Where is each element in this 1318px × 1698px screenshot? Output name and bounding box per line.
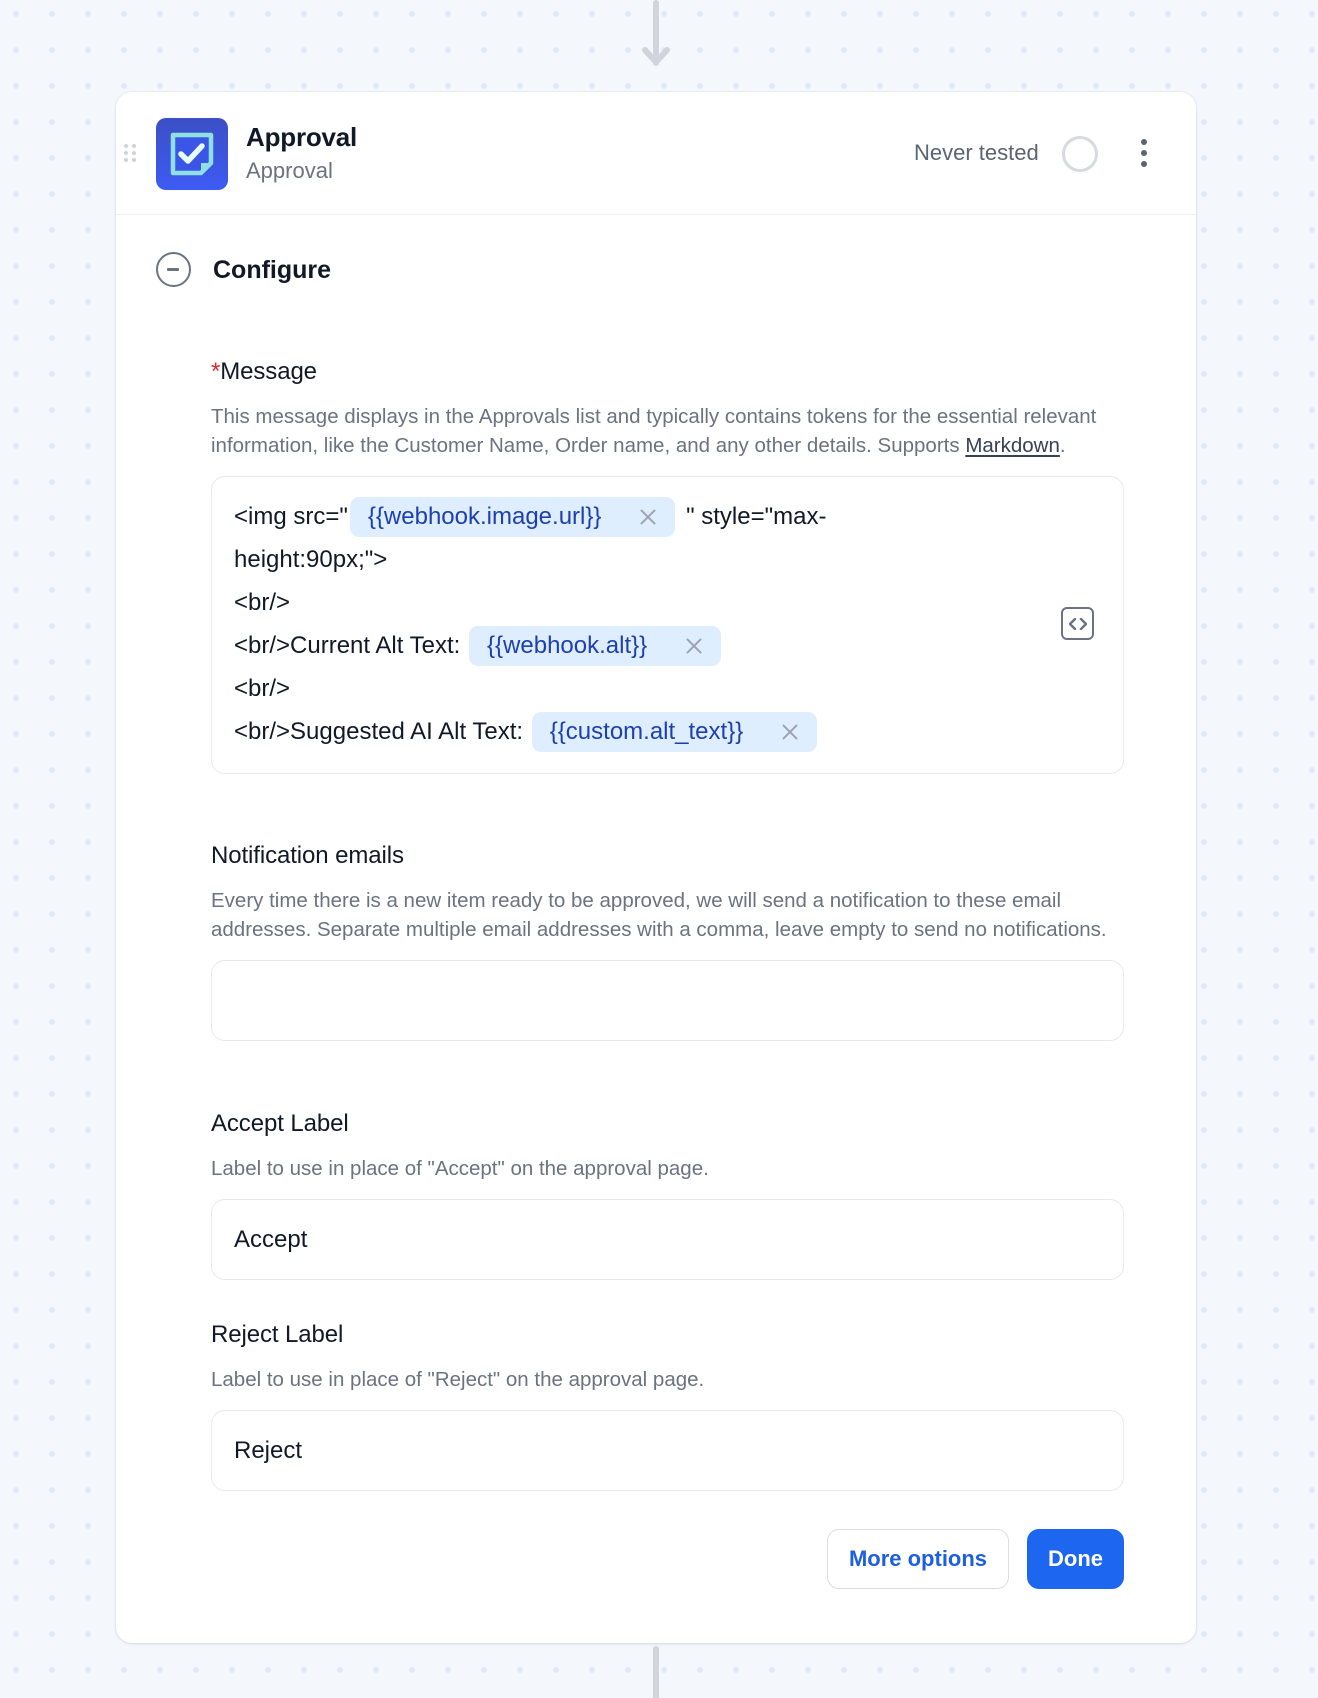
accept-label-label: Accept Label xyxy=(211,1110,349,1137)
reject-label-description: Label to use in place of "Reject" on the… xyxy=(211,1368,705,1391)
editor-line: <br/> xyxy=(234,667,1101,710)
editor-line: <br/>Suggested AI Alt Text: {{custom.alt… xyxy=(234,710,1101,753)
editor-text: <br/> xyxy=(234,674,291,702)
approval-step-card: Approval Approval Never tested Configure… xyxy=(116,92,1196,1643)
remove-token-icon[interactable] xyxy=(639,508,657,526)
approval-checkbox-icon xyxy=(156,118,228,190)
step-header[interactable]: Approval Approval Never tested xyxy=(116,92,1196,215)
collapse-minus-circle-icon[interactable] xyxy=(156,252,191,287)
step-subtitle: Approval xyxy=(246,158,333,183)
token-chip[interactable]: {{webhook.image.url}} xyxy=(349,496,676,537)
reject-label-field: Reject Label Label to use in place of "R… xyxy=(211,1321,1124,1491)
accept-label-field: Accept Label Label to use in place of "A… xyxy=(211,1110,1124,1280)
editor-text: <br/>Suggested AI Alt Text: xyxy=(234,717,530,745)
more-options-button[interactable]: More options xyxy=(827,1529,1009,1589)
editor-text: " style="max- xyxy=(679,502,827,530)
token-chip[interactable]: {{webhook.alt}} xyxy=(469,625,722,666)
drag-handle-icon[interactable] xyxy=(124,144,136,162)
test-status-text: Never tested xyxy=(914,140,1039,165)
done-button[interactable]: Done xyxy=(1027,1529,1124,1589)
step-title: Approval xyxy=(246,122,358,152)
reject-label-input[interactable] xyxy=(211,1410,1124,1491)
editor-line: <img src=" {{webhook.image.url}} " style… xyxy=(234,495,1101,538)
remove-token-icon[interactable] xyxy=(781,723,799,741)
message-label-text: Message xyxy=(220,358,317,385)
required-indicator: * xyxy=(211,358,221,385)
token-text: {{custom.alt_text}} xyxy=(549,717,744,745)
notification-emails-description: Every time there is a new item ready to … xyxy=(211,889,1107,941)
editor-text: <img src=" xyxy=(234,502,348,530)
message-description-end: . xyxy=(1059,434,1066,457)
editor-line: <br/>Current Alt Text: {{webhook.alt}} xyxy=(234,624,1101,667)
more-menu-kebab-icon[interactable] xyxy=(1134,136,1154,170)
token-text: {{webhook.image.url}} xyxy=(367,502,602,530)
accept-label-input[interactable] xyxy=(211,1199,1124,1280)
message-field: *Message This message displays in the Ap… xyxy=(211,358,1124,774)
code-brackets-icon[interactable] xyxy=(1061,607,1094,640)
editor-text: <br/>Current Alt Text: xyxy=(234,631,468,659)
notification-emails-field: Notification emails Every time there is … xyxy=(211,842,1124,1041)
test-status-circle-icon xyxy=(1062,136,1098,172)
arrow-down-icon xyxy=(642,47,670,65)
accept-label-description: Label to use in place of "Accept" on the… xyxy=(211,1157,709,1180)
token-text: {{webhook.alt}} xyxy=(487,631,648,659)
remove-token-icon[interactable] xyxy=(685,637,703,655)
editor-line: height:90px;"> xyxy=(234,538,1101,581)
token-chip[interactable]: {{custom.alt_text}} xyxy=(531,711,818,752)
message-editor[interactable]: <img src=" {{webhook.image.url}} " style… xyxy=(211,476,1124,774)
configure-heading: Configure xyxy=(213,256,332,284)
editor-text: <br/> xyxy=(234,588,291,616)
connector-line-bottom xyxy=(653,1646,659,1698)
message-description: This message displays in the Approvals l… xyxy=(211,402,1124,460)
markdown-link[interactable]: Markdown xyxy=(965,434,1060,457)
message-description-text: This message displays in the Approvals l… xyxy=(211,405,1097,457)
message-label: *Message xyxy=(211,358,1124,386)
reject-label-label: Reject Label xyxy=(211,1321,344,1348)
notification-emails-input[interactable] xyxy=(211,960,1124,1041)
notification-emails-label: Notification emails xyxy=(211,842,404,869)
editor-text: height:90px;"> xyxy=(234,545,388,573)
editor-line: <br/> xyxy=(234,581,1101,624)
